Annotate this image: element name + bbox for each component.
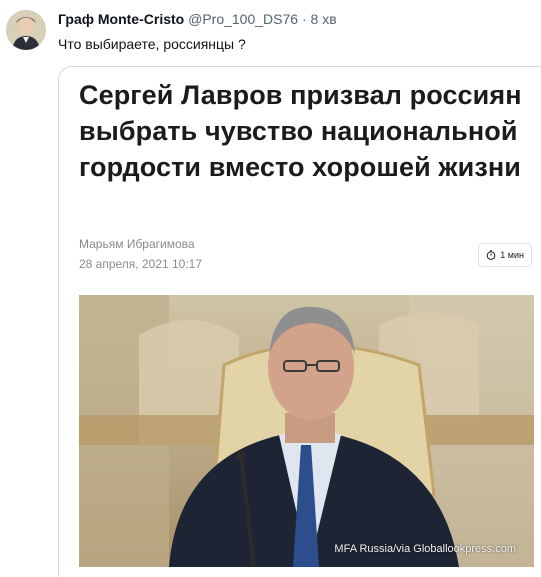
stopwatch-icon bbox=[486, 250, 496, 260]
photo-credit: MFA Russia/via Globallookpress.com bbox=[334, 543, 516, 555]
article-headline: Сергей Лавров призвал россиян выбрать чу… bbox=[79, 80, 522, 182]
portrait-avatar-icon bbox=[6, 10, 46, 50]
tweet-time[interactable]: 8 хв bbox=[311, 11, 337, 27]
photo-illustration bbox=[79, 295, 534, 567]
article-author: Марьям Ибрагимова bbox=[79, 237, 195, 251]
avatar[interactable] bbox=[6, 10, 46, 50]
read-time-badge: 1 мин bbox=[478, 243, 532, 267]
author-handle[interactable]: @Pro_100_DS76 bbox=[188, 11, 298, 27]
article-date: 28 апреля, 2021 10:17 bbox=[79, 257, 203, 271]
tweet-header: Граф Monte-Cristo @Pro_100_DS76 · 8 хв bbox=[58, 11, 337, 27]
author-name[interactable]: Граф Monte-Cristo bbox=[58, 11, 184, 27]
article-card[interactable]: Сергей Лавров призвал россиян выбрать чу… bbox=[58, 66, 541, 577]
separator-dot: · bbox=[301, 11, 307, 27]
article-photo: MFA Russia/via Globallookpress.com bbox=[79, 295, 534, 567]
tweet-text: Что выбираете, россиянцы ? bbox=[58, 36, 246, 52]
read-time-label: 1 мин bbox=[500, 250, 524, 260]
